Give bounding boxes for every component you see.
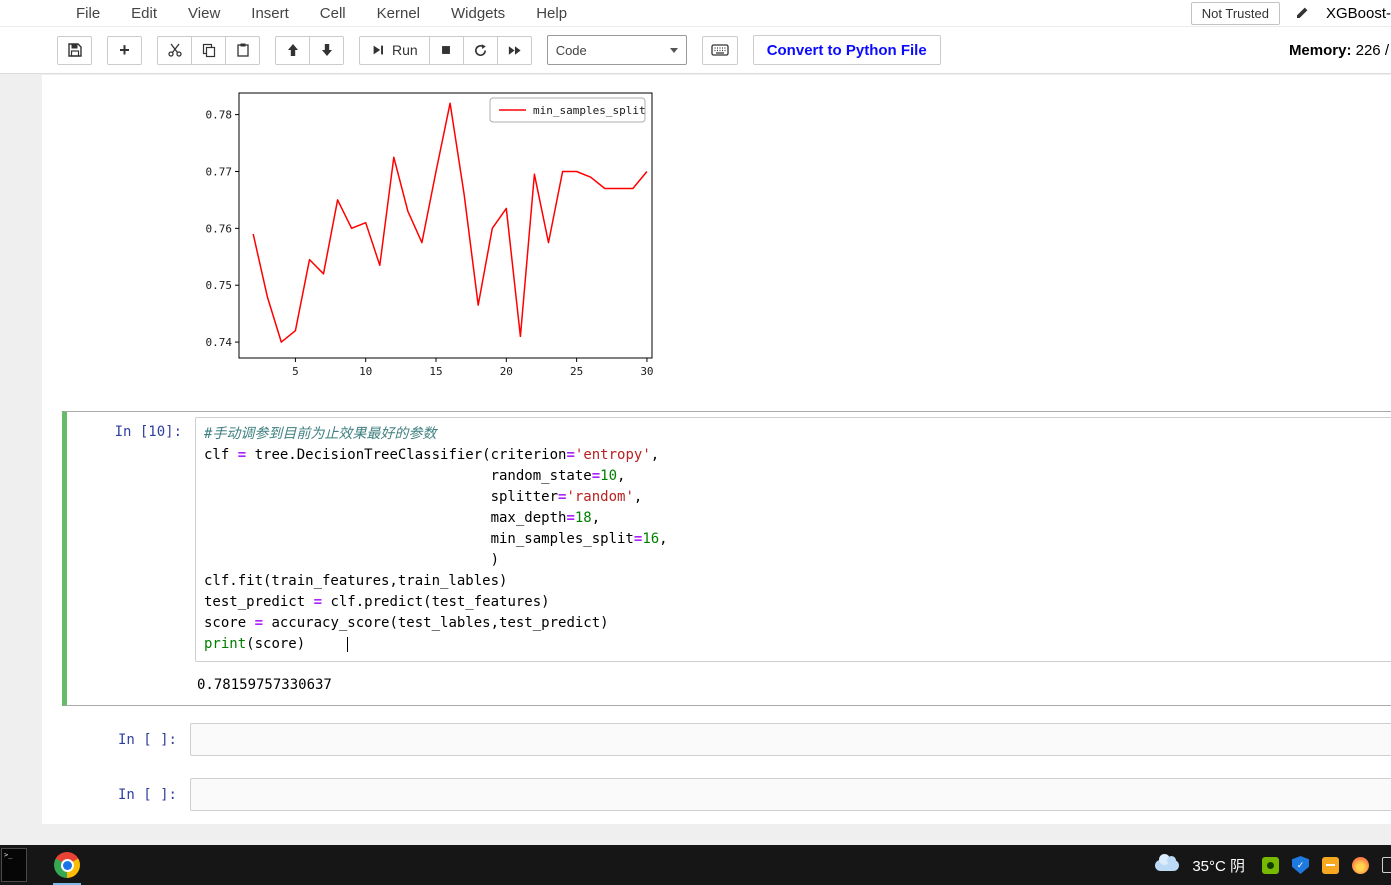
convert-to-python-button[interactable]: Convert to Python File [753,35,941,65]
empty-code-editor-1[interactable] [190,723,1391,756]
refresh-icon [473,43,488,58]
svg-text:0.75: 0.75 [206,279,233,292]
notebook-scroll-area[interactable]: 0.74 0.75 0.76 0.77 0.78 5 10 15 20 25 30 min_sampl… [0,75,1391,845]
chart-svg: 0.74 0.75 0.76 0.77 0.78 5 10 15 20 25 30 min_sampl… [195,84,657,386]
svg-text:30: 30 [640,365,653,378]
menu-item-widgets[interactable]: Widgets [451,5,505,22]
code-cell-in10[interactable]: In [10]: #手动调参到目前为止效果最好的参数clf = tree.Dec… [62,411,1391,706]
system-tray: 35°C 阴 ✓ [1155,855,1391,876]
toolbar: + Run Code Convert to Python File [0,27,1391,74]
svg-text:15: 15 [429,365,442,378]
input-prompt: In [10]: [72,417,195,662]
weather-text[interactable]: 35°C 阴 [1192,855,1245,876]
memory-label: Memory: [1289,42,1352,59]
empty-code-cell-1[interactable]: In [ ]: [62,718,1391,761]
code-line[interactable]: min_samples_split=16, [204,529,1384,550]
menu-item-edit[interactable]: Edit [131,5,157,22]
svg-text:10: 10 [359,365,372,378]
scissors-icon [167,42,183,58]
svg-text:20: 20 [500,365,513,378]
pencil-icon [1294,5,1310,21]
menu-item-insert[interactable]: Insert [251,5,289,22]
svg-text:0.78: 0.78 [206,109,233,122]
code-line[interactable]: print(score) [204,634,1384,655]
weather-icon[interactable] [1155,860,1179,871]
run-button-label: Run [392,42,418,58]
menu-item-kernel[interactable]: Kernel [377,5,420,22]
stop-icon [439,43,453,57]
code-editor[interactable]: #手动调参到目前为止效果最好的参数clf = tree.DecisionTree… [195,417,1391,662]
svg-text:25: 25 [570,365,583,378]
code-line[interactable]: #手动调参到目前为止效果最好的参数 [204,424,1384,445]
step-forward-icon [371,43,385,57]
tray-icon-partial[interactable] [1382,857,1391,873]
memory-indicator: Memory: 226 / [1289,42,1391,59]
code-line[interactable]: clf = tree.DecisionTreeClassifier(criter… [204,445,1384,466]
move-cell-up-button[interactable] [275,36,310,65]
cell-output-text: 0.78159757330637 [195,662,332,700]
fast-forward-icon [507,43,522,58]
code-line[interactable]: splitter='random', [204,487,1384,508]
chrome-icon [54,852,80,878]
console-window-icon[interactable]: >_ [1,848,27,882]
menubar-right: Not Trusted XGBoost- [1191,2,1391,25]
svg-text:0.76: 0.76 [206,222,233,235]
input-prompt: In [ ]: [67,778,190,811]
cut-cell-button[interactable] [157,36,192,65]
tray-icon-green[interactable] [1262,857,1279,874]
code-line[interactable]: ) [204,550,1384,571]
chevron-down-icon [670,48,678,53]
svg-text:0.74: 0.74 [206,336,233,349]
menu-item-cell[interactable]: Cell [320,5,346,22]
notebook-header: FileEditViewInsertCellKernelWidgetsHelp … [0,0,1391,74]
save-button[interactable] [57,36,92,65]
arrow-down-icon [319,42,335,58]
chrome-taskbar-button[interactable] [45,845,89,885]
input-prompt: In [ ]: [67,723,190,756]
memory-value: 226 / [1356,42,1389,59]
command-palette-button[interactable] [702,36,738,65]
arrow-up-icon [285,42,301,58]
empty-code-editor-2[interactable] [190,778,1391,811]
plus-icon: + [119,41,130,59]
code-line[interactable]: test_predict = clf.predict(test_features… [204,592,1384,613]
restart-kernel-button[interactable] [463,36,498,65]
svg-text:5: 5 [292,365,299,378]
code-line[interactable]: score = accuracy_score(test_lables,test_… [204,613,1384,634]
tray-shield-icon[interactable]: ✓ [1292,856,1309,874]
menu-item-file[interactable]: File [76,5,100,22]
output-row: 0.78159757330637 [72,662,1391,700]
notebook-page: 0.74 0.75 0.76 0.77 0.78 5 10 15 20 25 30 min_sampl… [42,75,1391,824]
paste-cell-button[interactable] [225,36,260,65]
add-cell-button[interactable]: + [107,36,142,65]
cell-type-selected: Code [556,43,587,58]
svg-text:0.77: 0.77 [206,165,233,178]
copy-cell-button[interactable] [191,36,226,65]
run-button[interactable]: Run [359,36,430,65]
not-trusted-button[interactable]: Not Trusted [1191,2,1280,25]
menu-item-view[interactable]: View [188,5,220,22]
menubar: FileEditViewInsertCellKernelWidgetsHelp … [0,0,1391,27]
kernel-name: XGBoost- [1326,5,1391,22]
save-icon [67,42,83,58]
tray-flame-icon[interactable] [1352,857,1369,874]
svg-text:min_samples_split: min_samples_split [533,104,646,117]
copy-icon [201,42,217,58]
cell-output-chart: 0.74 0.75 0.76 0.77 0.78 5 10 15 20 25 30 min_sampl… [42,75,1391,398]
code-line[interactable]: random_state=10, [204,466,1384,487]
tray-icon-orange[interactable] [1322,857,1339,874]
output-prompt [72,662,195,700]
cell-type-select[interactable]: Code [547,35,687,65]
code-line[interactable]: clf.fit(train_features,train_lables) [204,571,1384,592]
move-cell-down-button[interactable] [309,36,344,65]
interrupt-kernel-button[interactable] [429,36,464,65]
windows-taskbar: >_ 35°C 阴 ✓ [0,845,1391,885]
empty-code-cell-2[interactable]: In [ ]: [62,773,1391,816]
restart-run-all-button[interactable] [497,36,532,65]
menu-item-help[interactable]: Help [536,5,567,22]
code-line[interactable]: max_depth=18, [204,508,1384,529]
keyboard-icon [711,43,729,57]
paste-icon [235,42,251,58]
